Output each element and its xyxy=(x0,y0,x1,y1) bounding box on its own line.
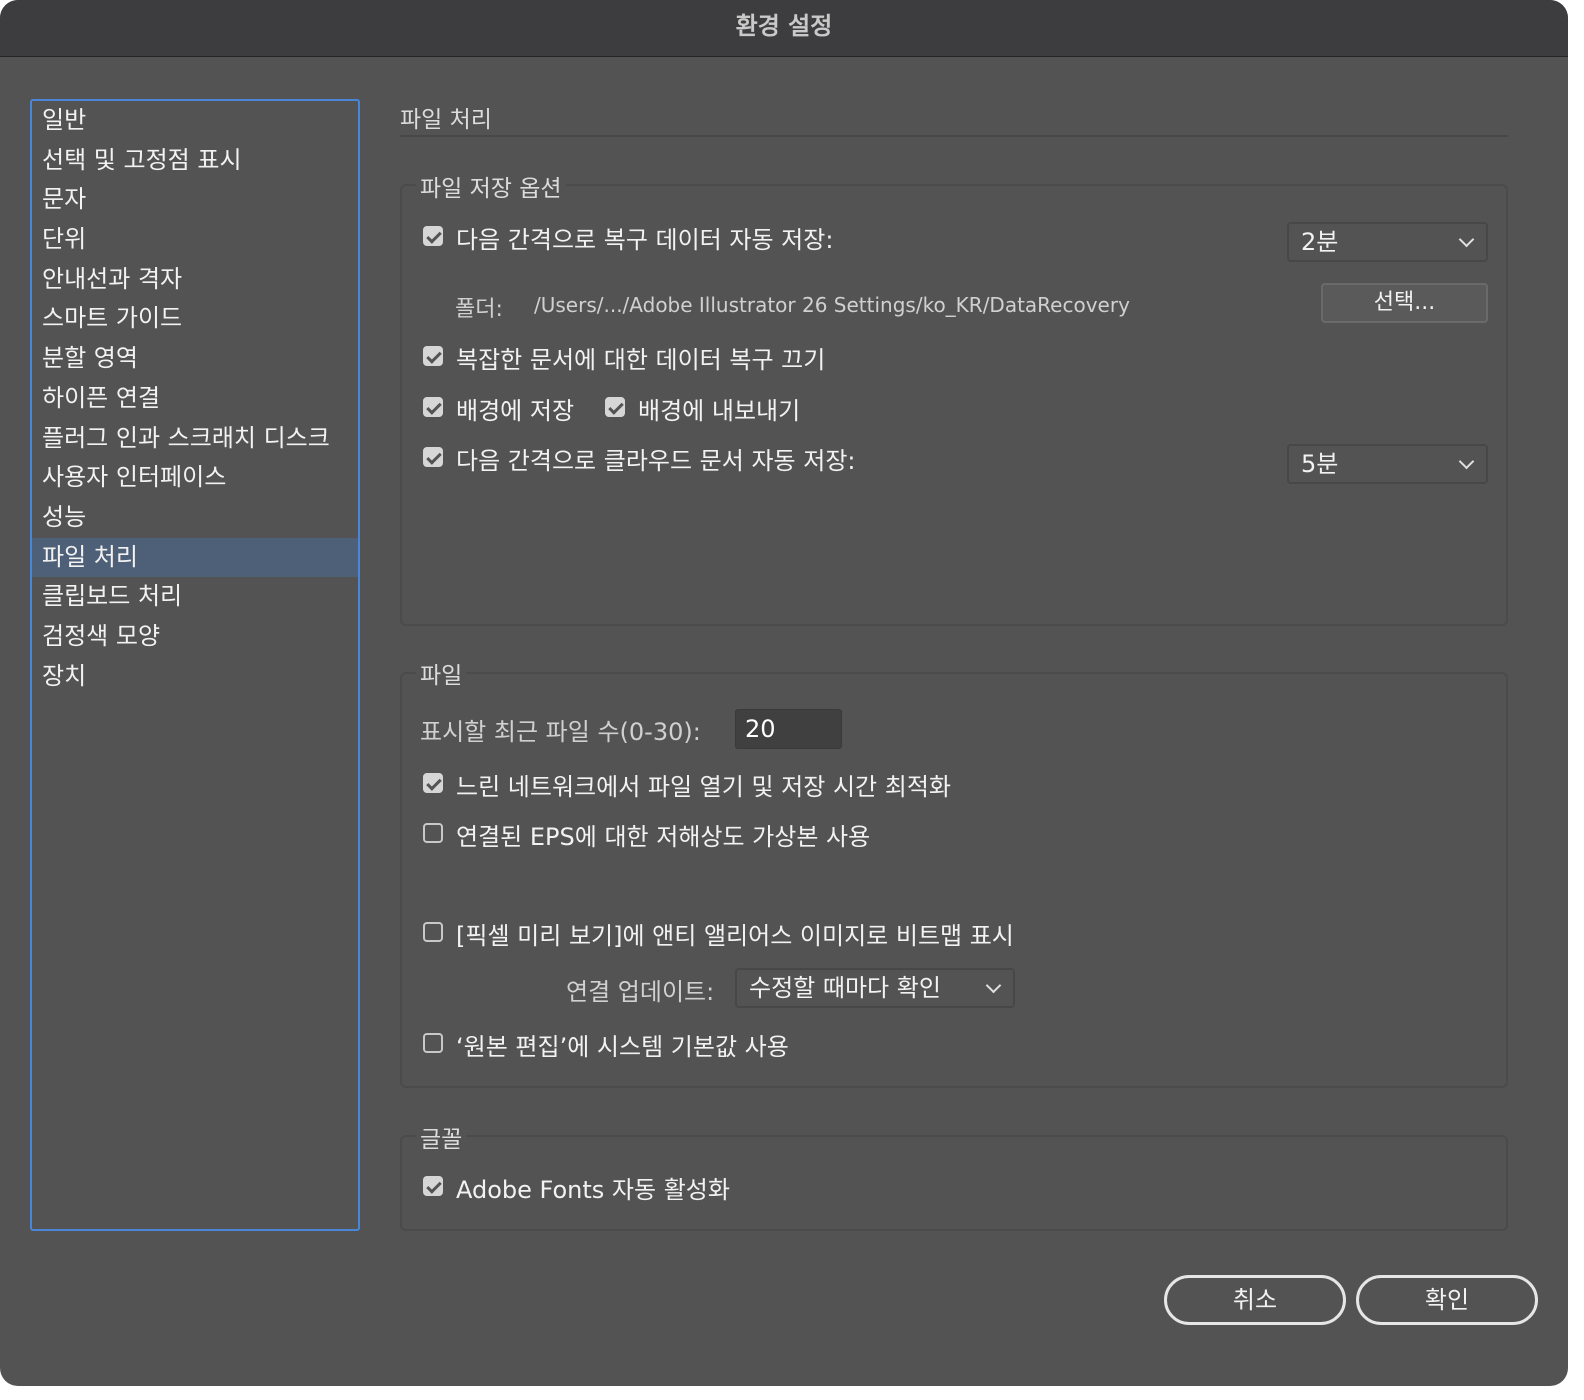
system-default-checkbox[interactable] xyxy=(423,1033,443,1053)
chevron-down-icon xyxy=(1458,453,1475,470)
link-update-select[interactable]: 수정할 때마다 확인 xyxy=(735,968,1015,1008)
disable-complex-label: 복잡한 문서에 대한 데이터 복구 끄기 xyxy=(456,346,826,374)
recent-count-input[interactable]: 20 xyxy=(735,709,842,749)
sidebar-item-clipboard[interactable]: 클립보드 처리 xyxy=(32,577,358,617)
cancel-button[interactable]: 취소 xyxy=(1164,1275,1346,1325)
sidebar-item-units[interactable]: 단위 xyxy=(32,220,358,260)
sidebar-item-file-handling[interactable]: 파일 처리 xyxy=(32,537,358,578)
slow-network-checkbox[interactable] xyxy=(423,773,443,793)
export-background-checkbox[interactable] xyxy=(605,397,625,417)
title-divider xyxy=(400,135,1508,137)
recovery-interval-value: 2분 xyxy=(1301,228,1339,256)
sidebar-list[interactable]: 일반 선택 및 고정점 표시 문자 단위 안내선과 격자 스마트 가이드 분할 … xyxy=(30,99,360,1231)
sidebar-item-guides-grid[interactable]: 안내선과 격자 xyxy=(32,260,358,300)
cloud-autosave-label: 다음 간격으로 클라우드 문서 자동 저장: xyxy=(456,447,856,475)
files-label: 파일 xyxy=(416,656,467,690)
folder-path: /Users/.../Adobe Illustrator 26 Settings… xyxy=(534,293,1130,317)
recent-count-label: 표시할 최근 파일 수(0-30): xyxy=(420,718,701,746)
cloud-autosave-checkbox[interactable] xyxy=(423,447,443,467)
page-title: 파일 처리 xyxy=(400,107,492,133)
sidebar-item-type[interactable]: 문자 xyxy=(32,180,358,220)
sidebar-item-user-interface[interactable]: 사용자 인터페이스 xyxy=(32,458,358,498)
cloud-interval-select[interactable]: 5분 xyxy=(1287,444,1488,484)
sidebar-item-plugins-scratch[interactable]: 플러그 인과 스크래치 디스크 xyxy=(32,419,358,459)
save-background-checkbox[interactable] xyxy=(423,397,443,417)
preferences-dialog: 환경 설정 일반 선택 및 고정점 표시 문자 단위 안내선과 격자 스마트 가… xyxy=(0,0,1568,1386)
export-background-label: 배경에 내보내기 xyxy=(638,397,801,425)
window-title: 환경 설정 xyxy=(0,0,1568,57)
recovery-interval-select[interactable]: 2분 xyxy=(1287,222,1488,262)
sidebar-item-general[interactable]: 일반 xyxy=(32,101,358,141)
sidebar-item-black-appearance[interactable]: 검정색 모양 xyxy=(32,617,358,657)
auto-save-recovery-checkbox[interactable] xyxy=(423,226,443,246)
antialias-bitmap-checkbox[interactable] xyxy=(423,922,443,942)
slow-network-label: 느린 네트워크에서 파일 열기 및 저장 시간 최적화 xyxy=(456,773,952,801)
auto-activate-fonts-checkbox[interactable] xyxy=(423,1176,443,1196)
sidebar-item-selection-anchor[interactable]: 선택 및 고정점 표시 xyxy=(32,141,358,181)
save-background-label: 배경에 저장 xyxy=(456,397,575,425)
chevron-down-icon xyxy=(985,977,1002,994)
ok-button[interactable]: 확인 xyxy=(1356,1275,1538,1325)
save-options-label: 파일 저장 옵션 xyxy=(416,169,566,203)
fonts-label: 글꼴 xyxy=(416,1120,467,1154)
sidebar-item-slices[interactable]: 분할 영역 xyxy=(32,339,358,379)
auto-save-recovery-label: 다음 간격으로 복구 데이터 자동 저장: xyxy=(456,226,834,254)
system-default-label: ‘원본 편집’에 시스템 기본값 사용 xyxy=(456,1033,789,1061)
antialias-bitmap-label: [픽셀 미리 보기]에 앤티 앨리어스 이미지로 비트맵 표시 xyxy=(456,922,1014,950)
auto-activate-fonts-label: Adobe Fonts 자동 활성화 xyxy=(456,1176,730,1204)
low-res-eps-checkbox[interactable] xyxy=(423,823,443,843)
link-update-label: 연결 업데이트: xyxy=(566,978,715,1006)
sidebar-item-smart-guides[interactable]: 스마트 가이드 xyxy=(32,299,358,339)
sidebar-item-performance[interactable]: 성능 xyxy=(32,498,358,538)
chevron-down-icon xyxy=(1458,231,1475,248)
sidebar-item-hyphenation[interactable]: 하이픈 연결 xyxy=(32,379,358,419)
folder-label: 폴더: xyxy=(455,297,503,322)
disable-complex-checkbox[interactable] xyxy=(423,346,443,366)
low-res-eps-label: 연결된 EPS에 대한 저해상도 가상본 사용 xyxy=(456,823,871,851)
sidebar-item-devices[interactable]: 장치 xyxy=(32,657,358,697)
choose-folder-button[interactable]: 선택... xyxy=(1321,283,1488,323)
link-update-value: 수정할 때마다 확인 xyxy=(749,974,941,1002)
cloud-interval-value: 5분 xyxy=(1301,450,1339,478)
